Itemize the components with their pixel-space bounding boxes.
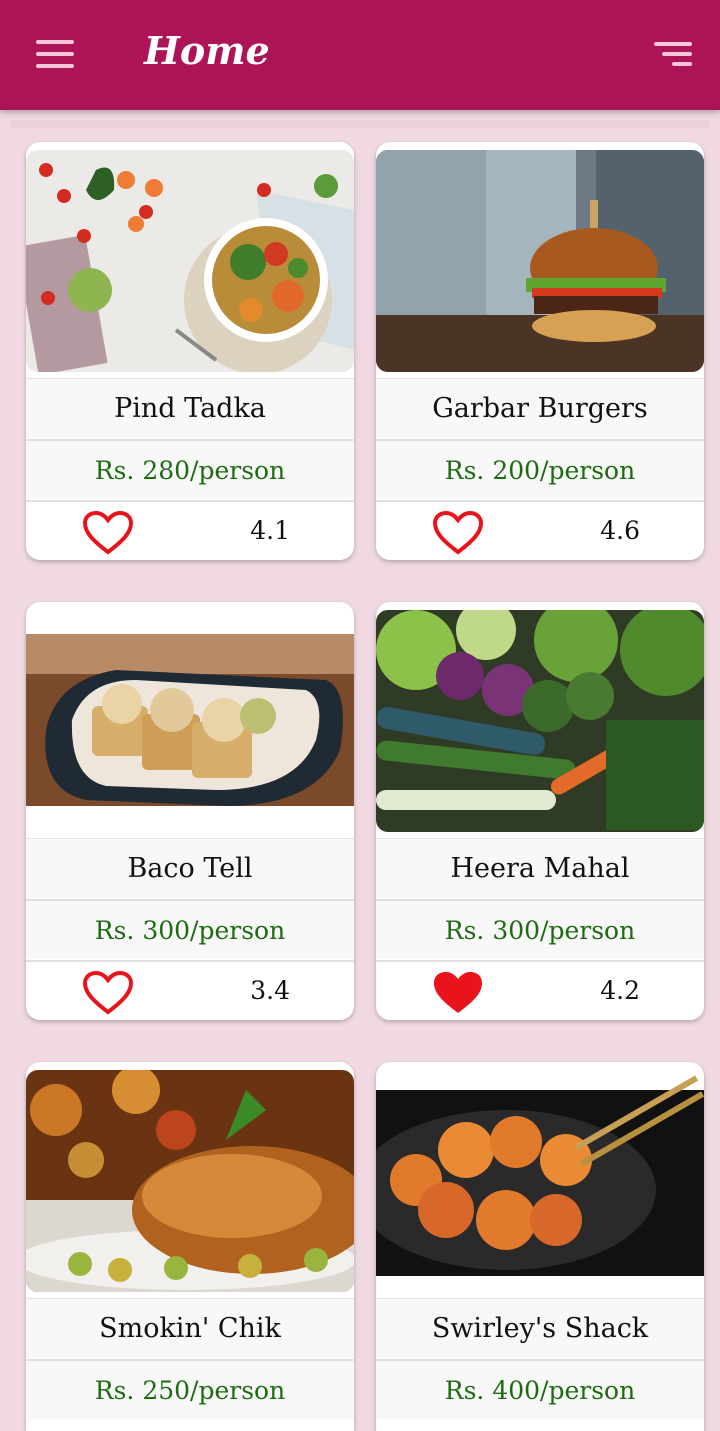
restaurant-price: Rs. 400/person [376,1359,704,1419]
restaurant-rating: 4.1 [250,516,290,545]
restaurant-price: Rs. 300/person [376,899,704,959]
restaurant-rating: 3.4 [250,976,290,1005]
card-footer: 4.6 [376,500,704,560]
shrimp-pan-photo [376,1070,704,1292]
heart-outline-icon[interactable] [82,970,134,1016]
roast-chicken-photo [26,1070,354,1292]
restaurant-card[interactable]: Smokin' Chik Rs. 250/person [26,1062,354,1431]
heart-outline-icon[interactable] [432,510,484,556]
app-bar: Home [0,0,720,110]
restaurant-card[interactable]: Pind Tadka Rs. 280/person 4.1 [26,142,354,560]
restaurant-price: Rs. 280/person [26,439,354,499]
restaurant-price: Rs. 300/person [26,899,354,959]
heart-filled-icon[interactable] [432,970,484,1016]
restaurant-price: Rs. 250/person [26,1359,354,1419]
heart-outline-icon[interactable] [82,510,134,556]
restaurant-price: Rs. 200/person [376,439,704,499]
vegetables-photo [376,610,704,832]
restaurant-name: Heera Mahal [376,838,704,898]
restaurant-rating: 4.2 [600,976,640,1005]
salad-bowl-photo [26,150,354,372]
card-footer: 4.2 [376,960,704,1020]
restaurant-card[interactable]: Swirley's Shack Rs. 400/person [376,1062,704,1431]
page-title: Home [144,28,270,73]
restaurant-card[interactable]: Garbar Burgers Rs. 200/person 4.6 [376,142,704,560]
restaurant-name: Swirley's Shack [376,1298,704,1358]
restaurant-card[interactable]: Baco Tell Rs. 300/person 3.4 [26,602,354,1020]
tacos-photo [26,610,354,832]
restaurant-name: Smokin' Chik [26,1298,354,1358]
restaurant-name: Baco Tell [26,838,354,898]
hamburger-menu-icon[interactable] [36,40,76,70]
list-top-divider [10,120,710,128]
sort-icon[interactable] [652,42,692,70]
restaurant-name: Pind Tadka [26,378,354,438]
restaurant-rating: 4.6 [600,516,640,545]
card-footer: 3.4 [26,960,354,1020]
card-footer: 4.1 [26,500,354,560]
burger-photo [376,150,704,372]
restaurant-card[interactable]: Heera Mahal Rs. 300/person 4.2 [376,602,704,1020]
restaurant-name: Garbar Burgers [376,378,704,438]
